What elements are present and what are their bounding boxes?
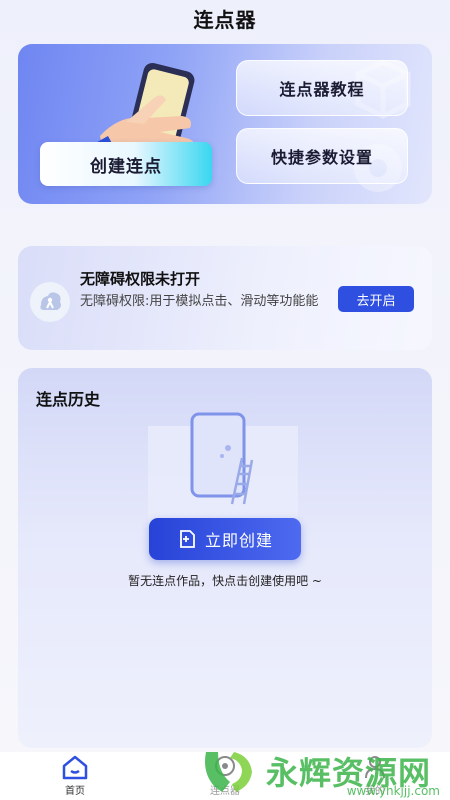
- quick-settings-button[interactable]: 快捷参数设置: [236, 128, 408, 184]
- nav-label-home: 首页: [65, 786, 85, 797]
- click-history-card: 连点历史 立即创建 暂无连点作品，快点击创建使用吧 ~: [18, 368, 432, 748]
- permission-title: 无障碍权限未打开: [80, 270, 201, 288]
- permission-description: 无障碍权限:用于模拟点击、滑动等功能能: [80, 294, 319, 309]
- empty-state-tip: 暂无连点作品，快点击创建使用吧 ~: [128, 574, 322, 588]
- hero-banner: 创建连点 连点器教程 快捷参数设置: [18, 44, 432, 204]
- home-icon: [62, 755, 88, 780]
- create-now-label: 立即创建: [204, 531, 273, 550]
- watermark: 永辉资源网 www.yhkjjj.com: [200, 742, 450, 800]
- add-file-icon: [180, 530, 195, 548]
- nav-item-home[interactable]: 首页: [35, 754, 115, 800]
- create-click-button[interactable]: 创建连点: [40, 142, 212, 186]
- create-now-button[interactable]: 立即创建: [149, 518, 301, 560]
- accessibility-permission-card: 无障碍权限未打开 无障碍权限:用于模拟点击、滑动等功能能 去开启: [18, 246, 432, 350]
- watermark-logo-icon: [205, 752, 252, 792]
- accessibility-icon: [30, 282, 70, 322]
- tutorial-button[interactable]: 连点器教程: [236, 60, 408, 116]
- history-title: 连点历史: [36, 390, 101, 409]
- page-title: 连点器: [193, 8, 257, 32]
- watermark-url: www.yhkjjj.com: [346, 784, 440, 798]
- enable-permission-button[interactable]: 去开启: [338, 286, 414, 312]
